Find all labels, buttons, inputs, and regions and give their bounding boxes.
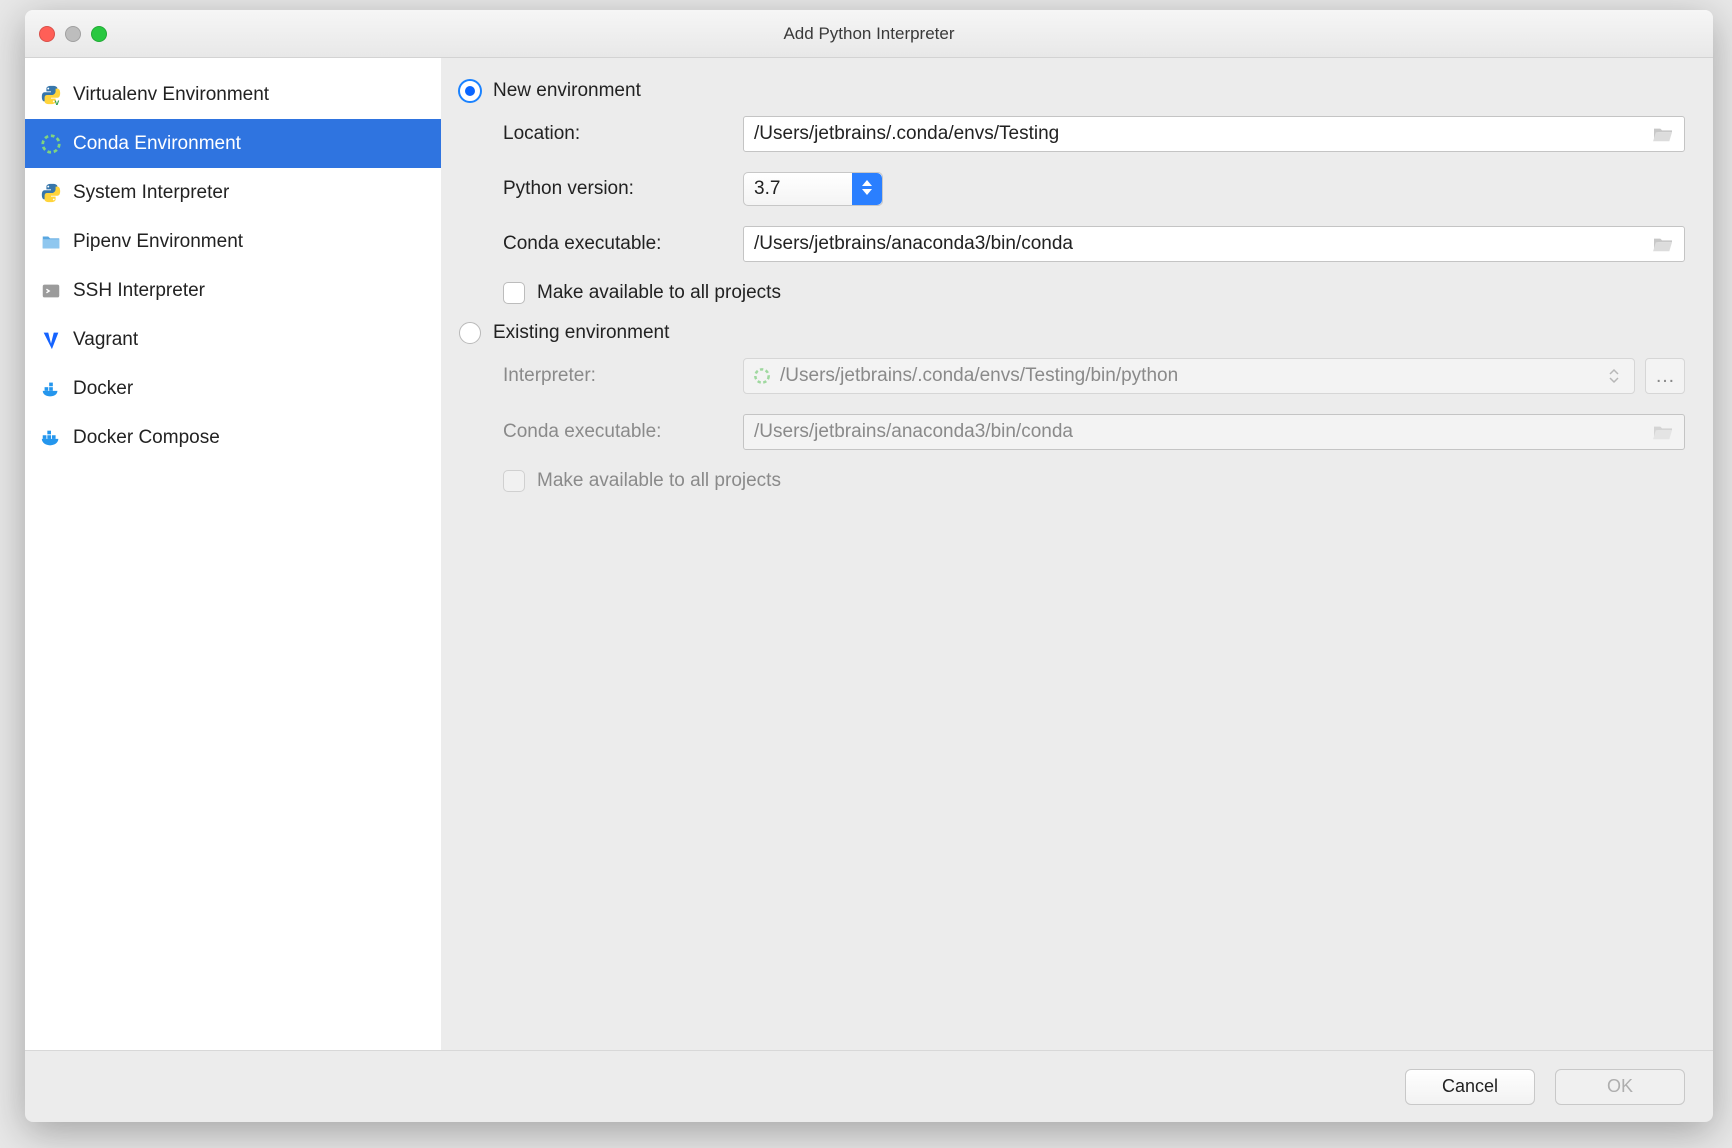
dialog-body: v Virtualenv Environment Conda Environme… — [25, 58, 1713, 1050]
new-environment-radio-row[interactable]: New environment — [459, 80, 1685, 102]
conda-exec-existing-row: Conda executable: /Users/jetbrains/anaco… — [503, 414, 1685, 450]
sidebar-item-ssh[interactable]: SSH Interpreter — [25, 266, 441, 315]
interpreter-row: Interpreter: /Users/jetbrains/.conda/env… — [503, 358, 1685, 394]
terminal-icon — [39, 279, 63, 303]
python-version-select[interactable]: 3.7 — [743, 172, 883, 206]
vagrant-icon — [39, 328, 63, 352]
sidebar-item-conda[interactable]: Conda Environment — [25, 119, 441, 168]
sidebar-item-label: SSH Interpreter — [73, 280, 205, 302]
zoom-window-button[interactable] — [91, 26, 107, 42]
dialog-footer: Cancel OK — [25, 1050, 1713, 1122]
conda-exec-input[interactable]: /Users/jetbrains/anaconda3/bin/conda — [743, 226, 1685, 262]
python-version-label: Python version: — [503, 178, 733, 200]
make-available-existing-checkbox — [503, 470, 525, 492]
conda-icon — [752, 366, 772, 386]
sidebar-item-vagrant[interactable]: Vagrant — [25, 315, 441, 364]
conda-exec-existing-input: /Users/jetbrains/anaconda3/bin/conda — [743, 414, 1685, 450]
ok-button: OK — [1555, 1069, 1685, 1105]
conda-icon — [39, 132, 63, 156]
radio-label: New environment — [493, 80, 641, 102]
chevron-updown-icon — [1602, 368, 1626, 384]
existing-environment-radio-row[interactable]: Existing environment — [459, 322, 1685, 344]
existing-env-form: Interpreter: /Users/jetbrains/.conda/env… — [459, 358, 1685, 510]
make-available-new-row[interactable]: Make available to all projects — [503, 282, 1685, 304]
python-icon — [39, 181, 63, 205]
sidebar-item-label: Pipenv Environment — [73, 231, 243, 253]
python-version-row: Python version: 3.7 — [503, 172, 1685, 206]
sidebar-item-pipenv[interactable]: Pipenv Environment — [25, 217, 441, 266]
sidebar-item-docker[interactable]: Docker — [25, 364, 441, 413]
conda-exec-value: /Users/jetbrains/anaconda3/bin/conda — [754, 233, 1073, 255]
chevron-updown-icon — [852, 173, 882, 205]
dialog-title: Add Python Interpreter — [25, 24, 1713, 44]
browse-interpreter-button: … — [1645, 358, 1685, 394]
folder-icon — [39, 230, 63, 254]
python-icon: v — [39, 83, 63, 107]
minimize-window-button[interactable] — [65, 26, 81, 42]
sidebar-item-label: System Interpreter — [73, 182, 229, 204]
interpreter-value: /Users/jetbrains/.conda/envs/Testing/bin… — [780, 365, 1594, 387]
svg-text:v: v — [55, 98, 60, 106]
sidebar-item-virtualenv[interactable]: v Virtualenv Environment — [25, 70, 441, 119]
docker-icon — [39, 377, 63, 401]
interpreter-type-sidebar: v Virtualenv Environment Conda Environme… — [25, 58, 441, 1050]
window-controls — [39, 26, 107, 42]
location-input[interactable]: /Users/jetbrains/.conda/envs/Testing — [743, 116, 1685, 152]
main-panel: New environment Location: /Users/jetbrai… — [441, 58, 1713, 1050]
sidebar-item-label: Virtualenv Environment — [73, 84, 269, 106]
location-label: Location: — [503, 123, 733, 145]
docker-compose-icon — [39, 426, 63, 450]
location-row: Location: /Users/jetbrains/.conda/envs/T… — [503, 116, 1685, 152]
folder-open-icon[interactable] — [1652, 235, 1674, 253]
folder-open-icon[interactable] — [1652, 125, 1674, 143]
make-available-new-checkbox[interactable] — [503, 282, 525, 304]
sidebar-item-label: Conda Environment — [73, 133, 241, 155]
sidebar-item-label: Docker Compose — [73, 427, 220, 449]
make-available-existing-row: Make available to all projects — [503, 470, 1685, 492]
make-available-new-label: Make available to all projects — [537, 282, 781, 304]
radio-new-environment[interactable] — [459, 80, 481, 102]
sidebar-item-label: Docker — [73, 378, 133, 400]
interpreter-combo: /Users/jetbrains/.conda/envs/Testing/bin… — [743, 358, 1635, 394]
cancel-button[interactable]: Cancel — [1405, 1069, 1535, 1105]
sidebar-item-system[interactable]: System Interpreter — [25, 168, 441, 217]
close-window-button[interactable] — [39, 26, 55, 42]
new-env-form: Location: /Users/jetbrains/.conda/envs/T… — [459, 116, 1685, 322]
location-value: /Users/jetbrains/.conda/envs/Testing — [754, 123, 1059, 145]
conda-exec-existing-value: /Users/jetbrains/anaconda3/bin/conda — [754, 421, 1073, 443]
conda-exec-row: Conda executable: /Users/jetbrains/anaco… — [503, 226, 1685, 262]
radio-existing-environment[interactable] — [459, 322, 481, 344]
conda-exec-label: Conda executable: — [503, 233, 733, 255]
add-interpreter-dialog: Add Python Interpreter v Virtualenv Envi… — [25, 10, 1713, 1122]
radio-label: Existing environment — [493, 322, 669, 344]
interpreter-label: Interpreter: — [503, 365, 733, 387]
sidebar-item-docker-compose[interactable]: Docker Compose — [25, 413, 441, 462]
sidebar-item-label: Vagrant — [73, 329, 138, 351]
titlebar: Add Python Interpreter — [25, 10, 1713, 58]
python-version-value: 3.7 — [754, 178, 780, 200]
make-available-existing-label: Make available to all projects — [537, 470, 781, 492]
folder-open-icon — [1652, 423, 1674, 441]
conda-exec-existing-label: Conda executable: — [503, 421, 733, 443]
